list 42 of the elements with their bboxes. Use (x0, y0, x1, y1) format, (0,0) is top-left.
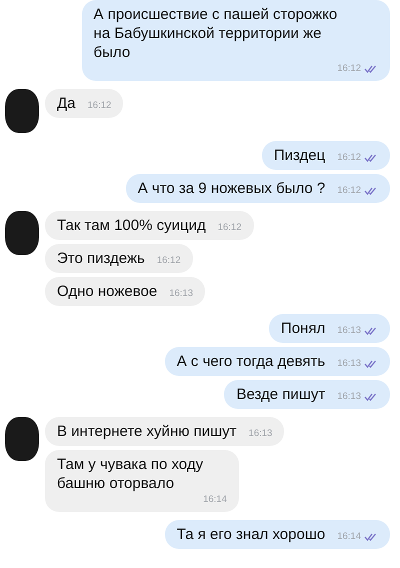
message-time: 16:13 (337, 391, 361, 403)
message-text: Это пиздежь (57, 249, 145, 268)
message-time: 16:13 (248, 428, 272, 440)
message-bubble[interactable]: Везде пишут 16:13 (224, 380, 390, 409)
message-text: Так там 100% суицид (57, 216, 206, 235)
message-time: 16:13 (337, 358, 361, 370)
message-bubble[interactable]: А происшествие с пашей сторожко на Бабушкинской территории же было 16:12 (82, 0, 390, 81)
message-time: 16:14 (337, 531, 361, 543)
message-bubble[interactable]: Понял 16:13 (268, 314, 390, 343)
message-text: Везде пишут (236, 385, 326, 404)
message-time: 16:13 (337, 325, 361, 337)
message-text: А с чего тогда девять (176, 352, 326, 371)
message-time: 16:12 (337, 63, 361, 75)
message-text: Там у чувака по ходу башню оторвало (57, 455, 204, 493)
message-text: В интернете хуйню пишут (57, 422, 237, 441)
message-text: Та я его знал хорошо (176, 525, 326, 544)
message-bubble[interactable]: В интернете хуйню пишут 16:13 (45, 417, 284, 446)
message-bubble[interactable]: Одно ножевое 16:13 (45, 277, 205, 306)
message-time: 16:12 (337, 152, 361, 164)
message-bubble[interactable]: А что за 9 ножевых было ? 16:12 (126, 174, 390, 203)
message-text: Да (57, 94, 76, 113)
message-text: Одно ножевое (57, 282, 158, 301)
avatar[interactable] (5, 89, 39, 133)
message-text: А происшествие с пашей сторожко на Бабушкинской территории же было (94, 5, 338, 62)
message-time: 16:12 (88, 100, 112, 112)
message-bubble[interactable]: Та я его знал хорошо 16:14 (164, 520, 390, 549)
message-time: 16:12 (337, 185, 361, 197)
message-time: 16:13 (169, 288, 193, 300)
message-bubble[interactable]: А с чего тогда девять 16:13 (164, 347, 390, 376)
message-time: 16:12 (156, 255, 181, 267)
message-text: Пиздец (274, 146, 326, 165)
message-bubble[interactable]: Там у чувака по ходу башню оторвало 16:14 (45, 450, 239, 512)
message-bubble[interactable]: Пиздец 16:12 (262, 141, 390, 170)
message-bubble[interactable]: Да 16:12 (45, 89, 124, 118)
avatar[interactable] (5, 211, 39, 255)
message-text: А что за 9 ножевых было ? (138, 179, 326, 198)
message-bubble[interactable]: Это пиздежь 16:12 (45, 244, 193, 273)
message-time: 16:14 (203, 494, 227, 506)
avatar[interactable] (5, 417, 39, 461)
message-bubble[interactable]: Так там 100% суицид 16:12 (45, 211, 254, 240)
message-text: Понял (280, 319, 326, 338)
message-time: 16:12 (218, 222, 242, 234)
